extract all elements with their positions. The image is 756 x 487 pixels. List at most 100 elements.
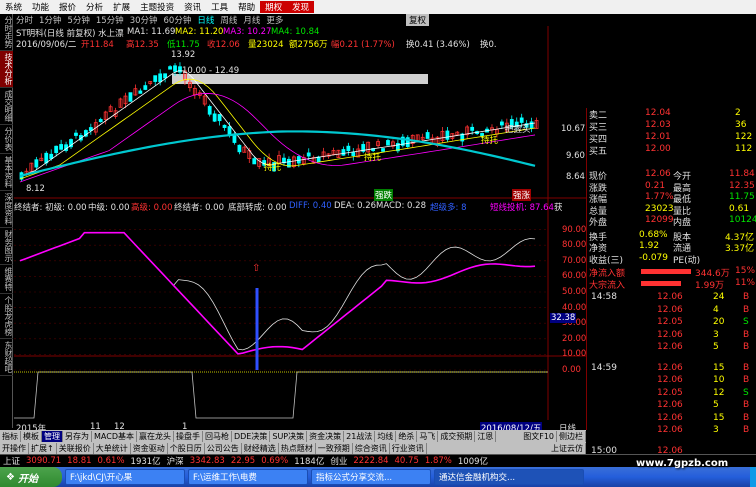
bar-change: 幅0.21 (1.77%) [331,40,395,50]
info-tab[interactable]: 关联报价 [57,442,94,454]
indicator-tab[interactable]: 操盘手 [174,430,203,442]
menu-item[interactable]: 功能 [27,1,54,13]
indicator-tab[interactable]: 管理 [42,430,63,442]
task-list: F:\jkd\CJ\开心果 F:\运维工作\电费 指标公式分享交流... 通达信金融机… [62,469,584,485]
indicator-value-marker: 32.38 [550,313,577,324]
taskbar-button[interactable]: 通达信金融机构交... [434,469,584,485]
candle-body [306,152,311,157]
side-tab[interactable]: 个股龙虎榜 [0,294,13,339]
indicator-tab[interactable]: 回马枪 [203,430,232,442]
indicator-tab[interactable]: 均线 [375,430,397,442]
tick-price: 12.06 [657,304,683,315]
windows-logo-icon: ❖ [6,471,15,483]
flow-label: 大宗流入 [589,281,626,291]
menu-item-special[interactable]: 发现 [287,1,315,13]
candle-body [252,158,257,165]
menu-item[interactable]: 主题投资 [135,1,179,13]
stat-value: 11.84 [729,169,755,179]
start-button[interactable]: ❖ 开始 [0,467,62,487]
period-tab[interactable]: 周线 [217,14,240,26]
menu-item-special[interactable]: 期权 [260,1,288,13]
period-tab[interactable]: 30分钟 [127,14,161,26]
badge-up: 强涨 [512,189,532,201]
tick-price: 12.06 [657,329,683,340]
indicator-tab[interactable]: DDE决策 [232,430,271,442]
panel-tab[interactable]: 侧边栏 [557,430,586,442]
indicator-tab[interactable]: 模板 [21,430,42,442]
chart-area[interactable]: ⇧ ST明科(日线 前复权) 水上漂 MA1: 11.69 MA2: 11.20… [14,26,587,434]
side-tab[interactable]: 成交明细 [0,88,13,125]
period-tab[interactable]: 1分钟 [36,14,64,26]
candle-body [163,73,168,79]
side-tab[interactable]: 基本资料 [0,154,13,191]
indicator-tab[interactable]: 成交预期 [438,430,476,442]
info-tab[interactable]: 上证云仿 [549,442,586,454]
info-tab[interactable]: 热点题材 [279,442,316,454]
side-tab[interactable]: 财务图示 [0,228,13,265]
info-tab[interactable]: 开操作 [0,442,29,454]
info-tab[interactable]: 公司公告 [205,442,242,454]
candle-body [212,113,217,122]
side-tab[interactable]: 分价表 [0,125,13,154]
indicator-tab[interactable]: 资金决策 [307,430,345,442]
tick-volume: 4 [713,304,719,315]
index-status-item: 1184亿 [294,457,325,467]
indicator-tab[interactable]: SUP决策 [270,430,308,442]
indicator-tab[interactable]: MACD基本 [92,430,137,442]
indicator-tab[interactable]: 指标 [0,430,21,442]
side-tab[interactable]: 深度资料 [0,191,13,228]
info-tab[interactable]: 资金驱动 [131,442,168,454]
taskbar-label: F:\jkd\CJ\开心果 [70,473,133,483]
info-tab[interactable]: 行业资讯 [390,442,427,454]
side-tab[interactable]: 分时走势 [0,14,13,51]
side-tab[interactable]: 技术分析 [0,51,13,88]
panel-tab[interactable]: 图文F10 [521,430,557,442]
candle-body [217,114,222,122]
flow-row: 大宗流入 1.99万 11% [587,278,756,291]
indicator-tab[interactable]: 另存为 [63,430,92,442]
indicator-tab[interactable]: 绝杀 [396,430,418,442]
info-tab[interactable]: 一致预期 [316,442,353,454]
indicator-tab[interactable]: 江恩 [475,430,497,442]
candle-body [34,159,39,168]
info-tab[interactable]: 财经精选 [242,442,279,454]
menu-item[interactable]: 资讯 [179,1,206,13]
index-status-item: 18.81 [67,456,92,466]
menu-item[interactable]: 报价 [54,1,81,13]
period-tab[interactable]: 5分钟 [64,14,92,26]
info-tab[interactable]: 个股日历 [168,442,205,454]
menu-item[interactable]: 工具 [206,1,233,13]
menu-item[interactable]: 帮助 [233,1,260,13]
ind-text: DEA: 0.26 [334,201,377,211]
info-tab[interactable]: 扩展↑ [29,442,57,454]
windows-taskbar: ❖ 开始 F:\jkd\CJ\开心果 F:\运维工作\电费 指标公式分享交流... 通达… [0,467,756,487]
indicator-axis-label: 80.00 [562,240,587,251]
tick-side: B [743,342,750,352]
period-tab[interactable]: 15分钟 [93,14,127,26]
indicator-tab[interactable]: 赢在龙头 [137,430,174,442]
index-status-item: 2222.84 [353,456,389,466]
tick-volume: 15 [713,412,725,423]
indicator-tab[interactable]: 马飞 [417,430,439,442]
indicator-tab[interactable]: 21战法 [344,430,376,442]
side-tab[interactable]: 维赛特 [0,265,13,294]
order-price: 12.00 [645,144,671,154]
tick-volume: 3 [713,329,719,340]
period-tab[interactable]: 更多 [263,14,286,26]
taskbar-button[interactable]: F:\运维工作\电费 [188,469,308,485]
info-tab[interactable]: 综合资讯 [353,442,390,454]
tick-volume: 20 [713,317,725,327]
period-tab[interactable]: 月线 [240,14,263,26]
menu-item[interactable]: 系统 [0,1,27,13]
menu-item[interactable]: 扩展 [108,1,135,13]
adjust-button[interactable]: 复权 [405,14,429,26]
period-tab[interactable]: 日线 [194,14,217,26]
menu-item[interactable]: 分析 [81,1,108,13]
taskbar-button[interactable]: F:\jkd\CJ\开心果 [65,469,185,485]
period-tab[interactable]: 60分钟 [161,14,195,26]
period-tab[interactable]: 分时 [13,14,36,26]
side-tab[interactable]: 东财超吧 [0,339,13,376]
taskbar-button[interactable]: 指标公式分享交流... [311,469,431,485]
info-tab[interactable]: 大单统计 [94,442,131,454]
kline-chart[interactable]: ⇧ [14,26,586,430]
